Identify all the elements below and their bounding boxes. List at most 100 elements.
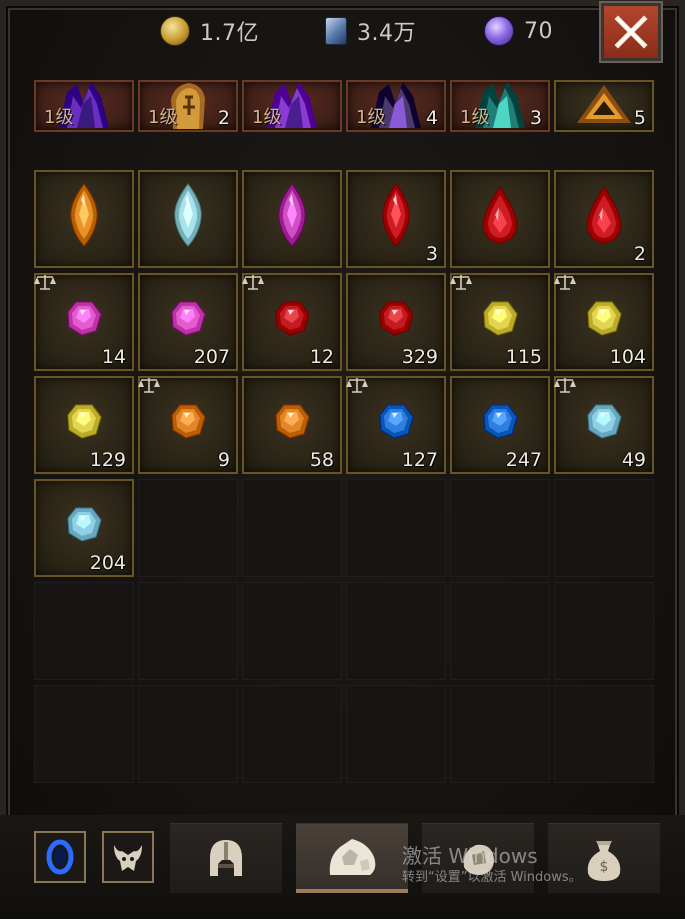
inventory-slot-aqua-gem[interactable]: 204: [34, 479, 134, 577]
inventory-slot-pink-gem[interactable]: 207: [138, 273, 238, 371]
inventory-slot-diamond-marquise[interactable]: [138, 170, 238, 268]
inventory-slot-orange-triangle[interactable]: 5: [554, 80, 654, 132]
inventory-slot-amber-marquise[interactable]: [34, 170, 134, 268]
tradeable-scale-icon: [34, 275, 56, 290]
empty-slot: [242, 582, 342, 680]
inventory-slot-purple-crystal-cluster[interactable]: 1级: [242, 80, 342, 132]
crystal-shard-icon: [325, 17, 347, 45]
ruby-teardrop-icon: [482, 186, 518, 244]
orange-gem-icon: [275, 404, 310, 439]
tab-equipment[interactable]: [170, 823, 282, 893]
gold-coin-icon: [160, 16, 190, 46]
inventory-slot-ruby-teardrop[interactable]: [450, 170, 550, 268]
shard-amount: 3.4万: [357, 21, 416, 46]
item-quantity: 207: [193, 346, 230, 368]
inventory-slot-orange-gem[interactable]: 58: [242, 376, 342, 474]
tradeable-scale-icon: [138, 378, 160, 393]
item-level: 1级: [356, 107, 386, 128]
tradeable-scale-icon: [554, 378, 576, 393]
inventory-slot-yellow-gem[interactable]: 129: [34, 376, 134, 474]
helmet-icon: [210, 839, 242, 876]
item-quantity: 329: [401, 346, 438, 368]
item-quantity: 115: [505, 346, 542, 368]
yellow-gem-icon: [587, 301, 622, 336]
item-quantity: 3: [425, 243, 438, 265]
item-quantity: 204: [89, 552, 126, 574]
item-quantity: 129: [89, 449, 126, 471]
inventory-slot-yellow-gem[interactable]: 104: [554, 273, 654, 371]
inventory-slot-pink-gem[interactable]: 14: [34, 273, 134, 371]
tradeable-scale-icon: [346, 378, 368, 393]
inventory-grid: 1级 1级 2 1级 1级 4 1级 3 5 3 2 14 207 12 329 115 104 129 9 58 12…: [32, 80, 657, 814]
empty-slot: [346, 685, 446, 783]
inventory-slot-amber-rune-stone[interactable]: 1级 2: [138, 80, 238, 132]
empty-slot: [138, 479, 238, 577]
empty-slot: [242, 479, 342, 577]
shard-currency: 3.4万: [325, 14, 416, 48]
empty-slot: [34, 685, 134, 783]
diamond-marquise-icon: [174, 183, 202, 247]
inventory-slot-amethyst-marquise[interactable]: [242, 170, 342, 268]
windows-activation-title: 激活 Windows: [402, 844, 538, 868]
item-quantity: 58: [309, 449, 334, 471]
gem-pouch-icon: [329, 838, 376, 875]
inventory-slot-ruby-marquise[interactable]: 3: [346, 170, 446, 268]
pink-gem-icon: [67, 301, 102, 336]
item-quantity: 4: [425, 107, 438, 129]
item-quantity: 9: [217, 449, 230, 471]
bottom-bar: $ 激活 Windows 转到“设置”以激活 Windows。: [0, 815, 685, 919]
item-quantity: 127: [401, 449, 438, 471]
inventory-slot-ruby-teardrop[interactable]: 2: [554, 170, 654, 268]
item-quantity: 12: [309, 346, 334, 368]
inventory-slot-aqua-gem[interactable]: 49: [554, 376, 654, 474]
inventory-slot-yellow-gem[interactable]: 115: [450, 273, 550, 371]
ruby-teardrop-icon: [586, 186, 622, 244]
item-level: 1级: [44, 107, 74, 128]
item-quantity: 2: [217, 107, 230, 129]
item-quantity: 104: [609, 346, 646, 368]
empty-slot: [450, 685, 550, 783]
empty-slot: [554, 479, 654, 577]
red-gem-icon: [379, 301, 414, 336]
item-level: 1级: [252, 107, 282, 128]
tradeable-scale-icon: [450, 275, 472, 290]
amber-marquise-icon: [70, 183, 98, 247]
aqua-gem-icon: [67, 507, 102, 542]
inventory-slot-blue-gem[interactable]: 127: [346, 376, 446, 474]
currency-bar: 1.7亿 3.4万 70: [0, 0, 685, 63]
item-level: 1级: [460, 107, 490, 128]
blue-portal-icon: [46, 839, 74, 875]
empty-slot: [346, 582, 446, 680]
tradeable-scale-icon: [242, 275, 264, 290]
gold-amount: 1.7亿: [200, 21, 259, 46]
orb-amount: 70: [524, 18, 553, 44]
amethyst-marquise-icon: [278, 183, 306, 247]
blue-gem-icon: [379, 404, 414, 439]
demon-button[interactable]: [102, 831, 154, 883]
close-button[interactable]: [599, 1, 663, 63]
inventory-slot-purple-crystal[interactable]: 1级: [34, 80, 134, 132]
empty-slot: [554, 582, 654, 680]
item-quantity: 49: [621, 449, 646, 471]
inventory-slot-teal-crystal[interactable]: 1级 3: [450, 80, 550, 132]
portal-button[interactable]: [34, 831, 86, 883]
inventory-slot-red-gem[interactable]: 12: [242, 273, 342, 371]
item-quantity: 247: [505, 449, 542, 471]
inventory-slot-blue-gem[interactable]: 247: [450, 376, 550, 474]
tab-gems[interactable]: [296, 823, 408, 893]
empty-slot: [346, 479, 446, 577]
svg-text:$: $: [600, 859, 609, 875]
windows-activation-hint: 转到“设置”以激活 Windows。: [402, 870, 582, 885]
aqua-gem-icon: [587, 404, 622, 439]
empty-slot: [138, 582, 238, 680]
yellow-gem-icon: [67, 404, 102, 439]
gold-currency: 1.7亿: [160, 14, 259, 48]
inventory-slot-orange-gem[interactable]: 9: [138, 376, 238, 474]
tradeable-scale-icon: [554, 275, 576, 290]
item-quantity: 2: [633, 243, 646, 265]
inventory-slot-dark-crystal[interactable]: 1级 4: [346, 80, 446, 132]
inventory-slot-red-gem[interactable]: 329: [346, 273, 446, 371]
yellow-gem-icon: [483, 301, 518, 336]
item-quantity: 5: [633, 107, 646, 129]
empty-slot: [242, 685, 342, 783]
